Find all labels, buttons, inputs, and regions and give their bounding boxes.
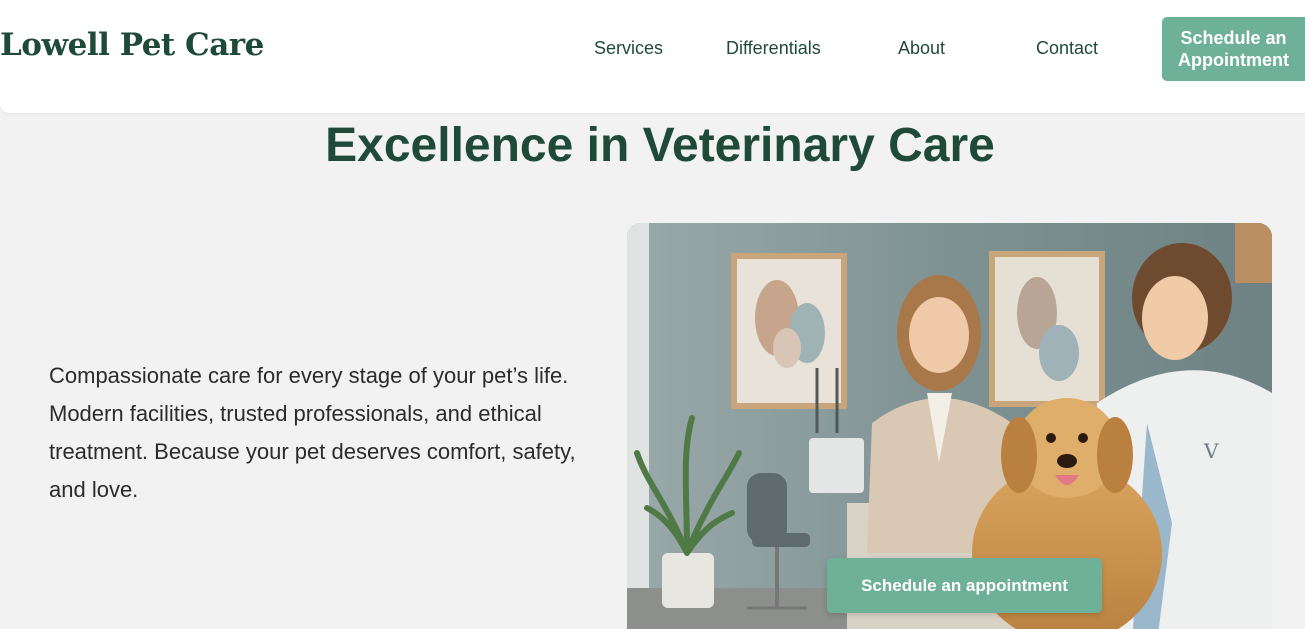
nav-link-about[interactable]: About (898, 38, 945, 59)
nav-link-contact[interactable]: Contact (1036, 38, 1098, 59)
header-schedule-button[interactable]: Schedule an Appointment (1162, 17, 1305, 81)
site-logo[interactable]: Lowell Pet Care (0, 27, 264, 63)
hero-title: Excellence in Veterinary Care (325, 119, 995, 172)
nav-link-differentials[interactable]: Differentials (726, 38, 821, 59)
coat-monogram: V (1203, 439, 1219, 463)
hero-description: Compassionate care for every stage of yo… (49, 363, 576, 502)
nav-link-services[interactable]: Services (594, 38, 663, 59)
site-header: Lowell Pet Care Services Differentials A… (0, 0, 1305, 113)
hero-schedule-button[interactable]: Schedule an appointment (827, 558, 1102, 613)
